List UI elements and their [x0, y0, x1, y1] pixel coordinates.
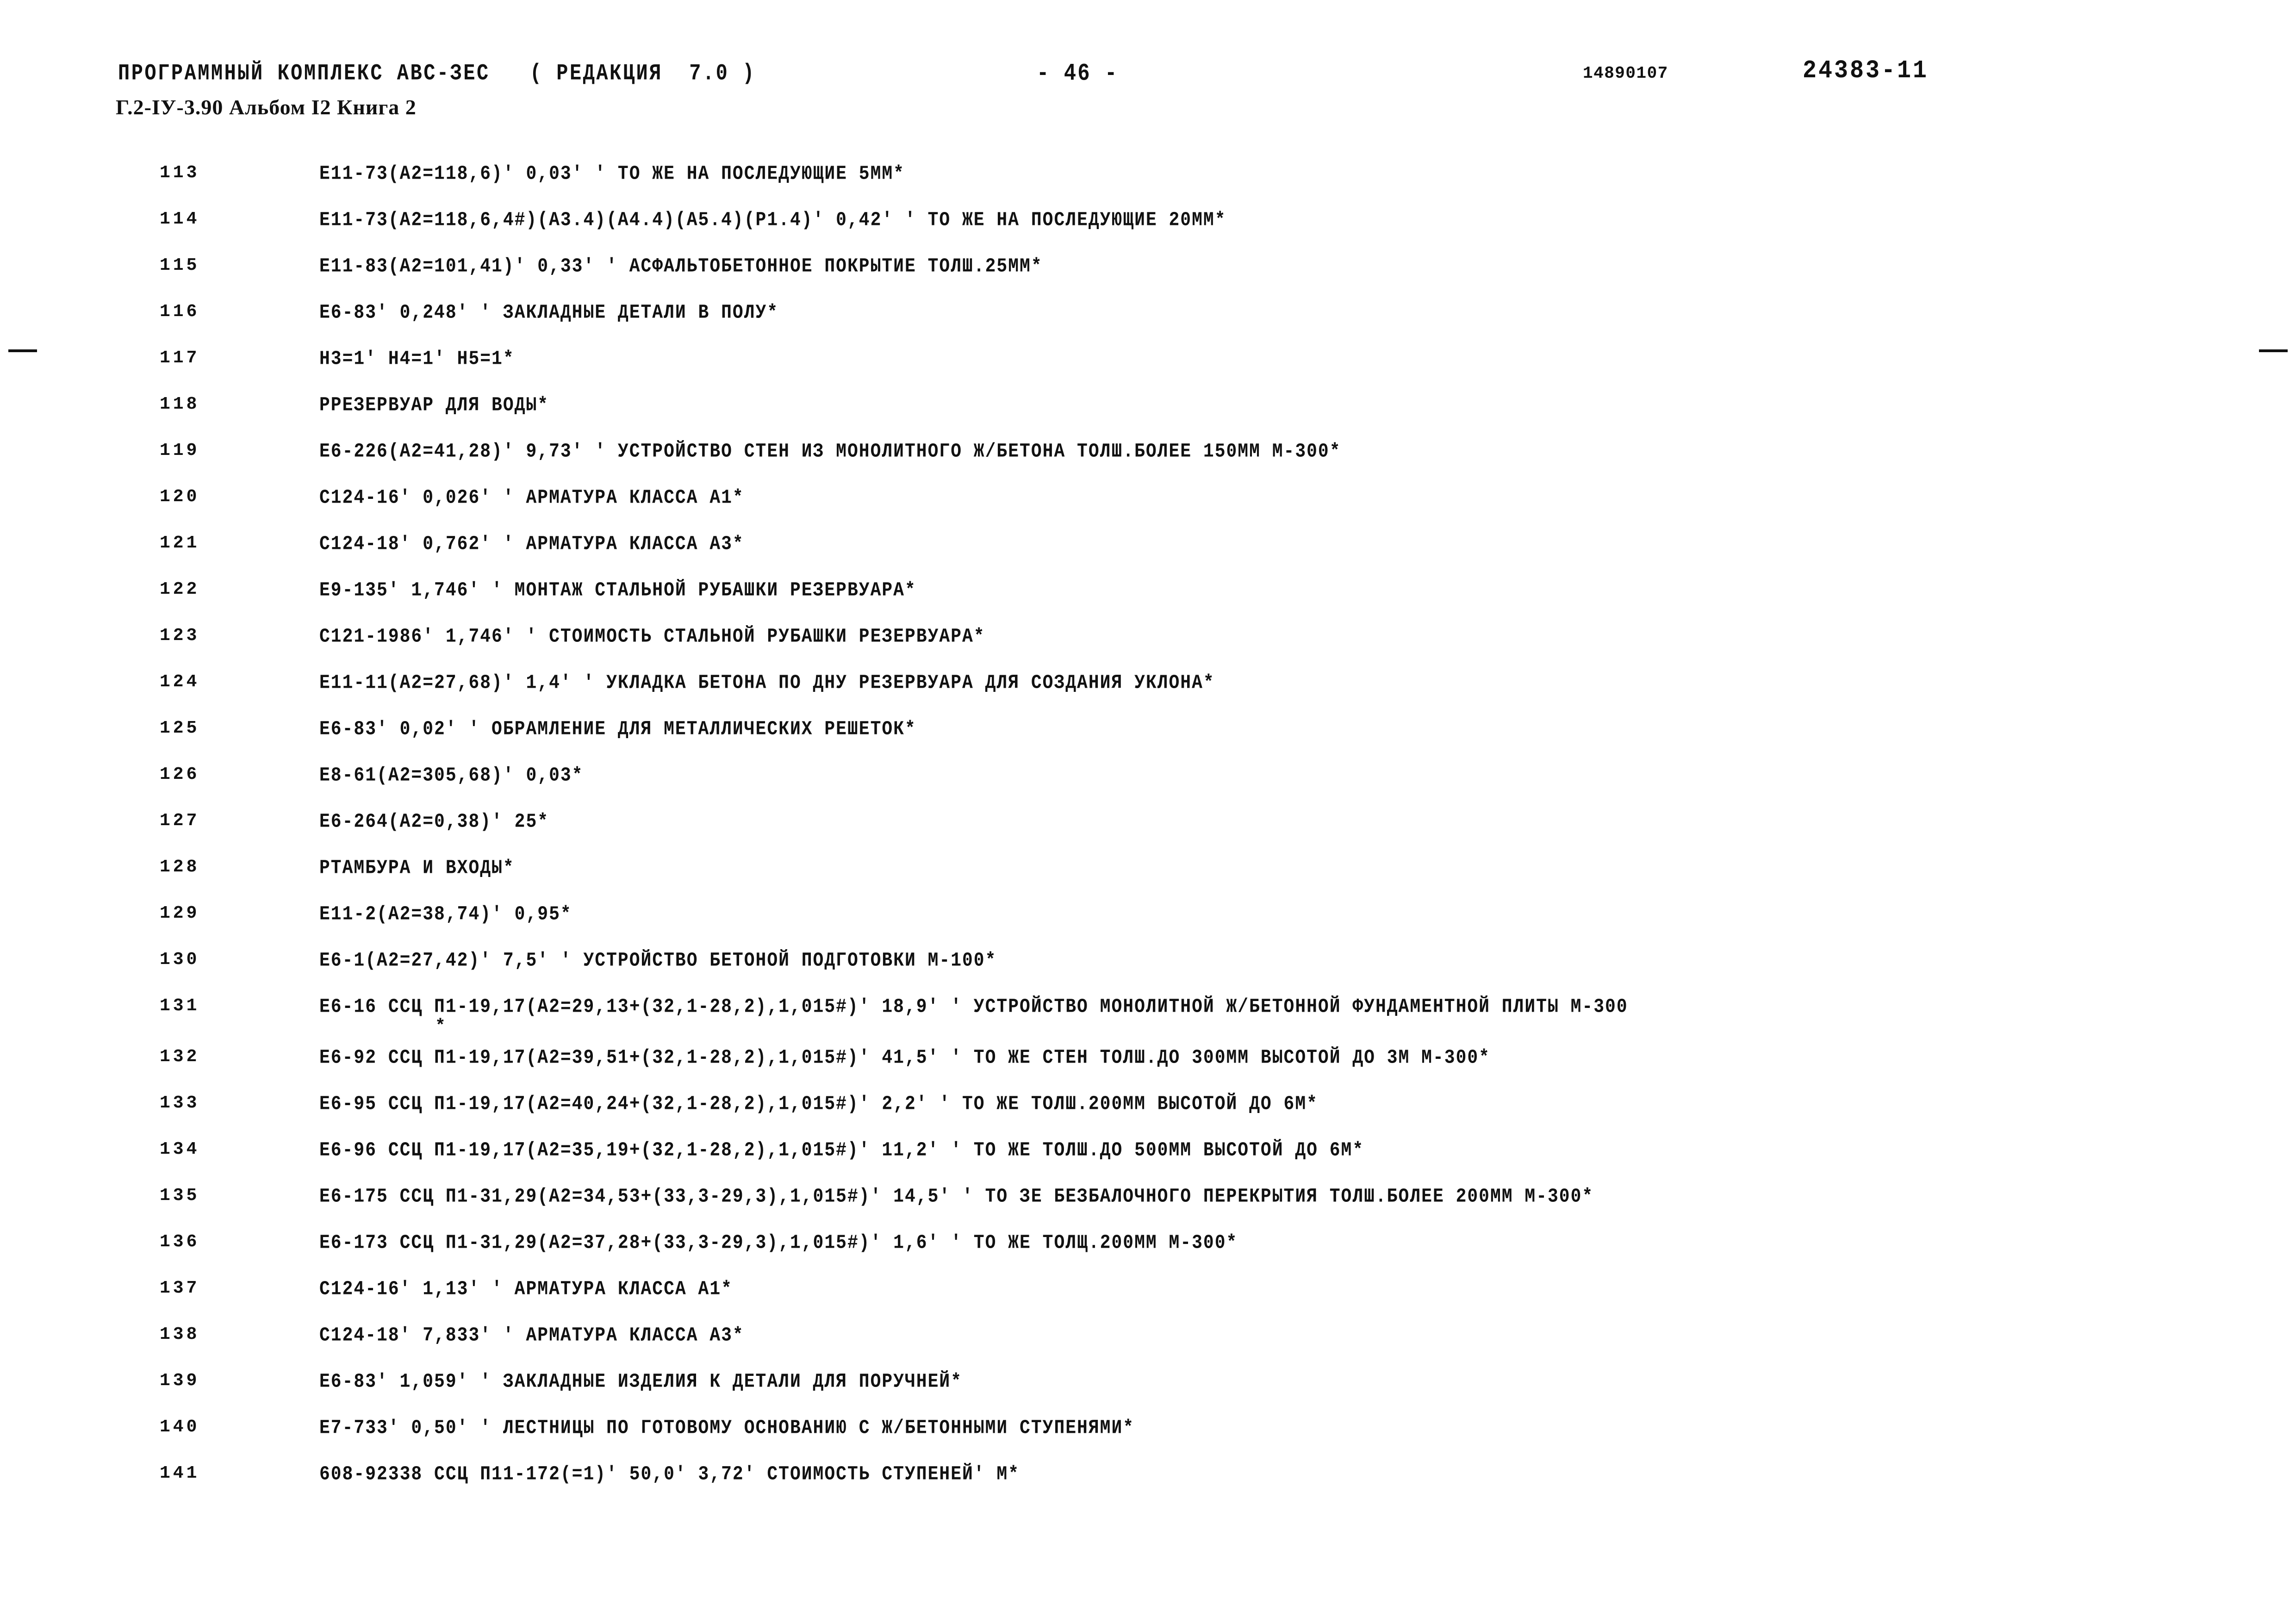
listing-row: 124 Е11-11(А2=27,68)' 1,4' ' УКЛАДКА БЕТО…: [0, 672, 2296, 718]
row-expression-text: Е6-1(А2=27,42)' 7,5' ' УСТРОЙСТВО БЕТОНО…: [319, 950, 997, 972]
listing-row: 127 Е6-264(А2=0,38)' 25*: [0, 811, 2296, 857]
listing-row: 140 Е7-733' 0,50' ' ЛЕСТНИЦЫ ПО ГОТОВОМУ …: [0, 1417, 2296, 1463]
row-line-number: 114: [160, 209, 200, 229]
row-expression-text: Е11-11(А2=27,68)' 1,4' ' УКЛАДКА БЕТОНА …: [319, 672, 1215, 695]
listing-row: 126 Е8-61(А2=305,68)' 0,03*: [0, 765, 2296, 811]
row-expression-text: С124-16' 1,13' ' АРМАТУРА КЛАССА А1*: [319, 1278, 733, 1301]
row-line-number: 117: [160, 348, 200, 368]
row-line-number: 136: [160, 1232, 200, 1252]
row-expression-text: С124-18' 0,762' ' АРМАТУРА КЛАССА А3*: [319, 533, 744, 556]
row-continuation-marker: *: [435, 1016, 446, 1036]
row-line-number: 129: [160, 903, 200, 923]
row-expression-text: Е11-73(А2=118,6)' 0,03' ' ТО ЖЕ НА ПОСЛЕ…: [319, 163, 905, 186]
row-line-number: 128: [160, 857, 200, 877]
row-line-number: 135: [160, 1186, 200, 1206]
listing-row: 130 Е6-1(А2=27,42)' 7,5' ' УСТРОЙСТВО БЕТ…: [0, 950, 2296, 996]
row-expression-text: Е6-96 ССЦ П1-19,17(А2=35,19+(32,1-28,2),…: [319, 1139, 1364, 1162]
listing-row: 138 С124-18' 7,833' ' АРМАТУРА КЛАССА А3*: [0, 1325, 2296, 1371]
listing-row: 120 С124-16' 0,026' ' АРМАТУРА КЛАССА А1*: [0, 487, 2296, 533]
row-line-number: 121: [160, 533, 200, 553]
listing-row: 133 Е6-95 ССЦ П1-19,17(А2=40,24+(32,1-28,…: [0, 1093, 2296, 1139]
document-code: 14890107: [1583, 64, 1668, 83]
row-expression-text: Е6-83' 0,248' ' ЗАКЛАДНЫЕ ДЕТАЛИ В ПОЛУ*: [319, 302, 779, 324]
row-line-number: 141: [160, 1463, 200, 1483]
row-expression-text: 608-92338 ССЦ П11-172(=1)' 50,0' 3,72' С…: [319, 1463, 1020, 1486]
listing-row: 141 608-92338 ССЦ П11-172(=1)' 50,0' 3,72…: [0, 1463, 2296, 1510]
listing-body: 113 Е11-73(А2=118,6)' 0,03' ' ТО ЖЕ НА ПО…: [0, 163, 2296, 1510]
listing-row: 121 С124-18' 0,762' ' АРМАТУРА КЛАССА А3*: [0, 533, 2296, 579]
row-expression-text: Е9-135' 1,746' ' МОНТАЖ СТАЛЬНОЙ РУБАШКИ…: [319, 579, 916, 602]
row-line-number: 127: [160, 811, 200, 831]
listing-row: 115 Е11-83(А2=101,41)' 0,33' ' АСФАЛЬТОБЕ…: [0, 255, 2296, 302]
row-line-number: 122: [160, 579, 200, 599]
row-expression-text: С121-1986' 1,746' ' СТОИМОСТЬ СТАЛЬНОЙ Р…: [319, 626, 985, 648]
listing-row: 136 Е6-173 ССЦ П1-31,29(А2=37,28+(33,3-29…: [0, 1232, 2296, 1278]
row-expression-text: Е6-226(А2=41,28)' 9,73' ' УСТРОЙСТВО СТЕ…: [319, 441, 1341, 463]
listing-row: 117 Н3=1' Н4=1' Н5=1*: [0, 348, 2296, 394]
listing-row: 135 Е6-175 ССЦ П1-31,29(А2=34,53+(33,3-29…: [0, 1186, 2296, 1232]
row-line-number: 130: [160, 950, 200, 970]
album-reference: Г.2-IУ-3.90 Альбом I2 Книга 2: [116, 95, 417, 119]
listing-row: 122 Е9-135' 1,746' ' МОНТАЖ СТАЛЬНОЙ РУБА…: [0, 579, 2296, 626]
listing-row: 139 Е6-83' 1,059' ' ЗАКЛАДНЫЕ ИЗДЕЛИЯ К Д…: [0, 1371, 2296, 1417]
listing-row: 129 Е11-2(А2=38,74)' 0,95*: [0, 903, 2296, 950]
listing-row: 116 Е6-83' 0,248' ' ЗАКЛАДНЫЕ ДЕТАЛИ В ПО…: [0, 302, 2296, 348]
row-line-number: 120: [160, 487, 200, 507]
row-expression-text: Е6-16 ССЦ П1-19,17(А2=29,13+(32,1-28,2),…: [319, 996, 1628, 1019]
listing-row: 131 Е6-16 ССЦ П1-19,17(А2=29,13+(32,1-28,…: [0, 996, 2296, 1047]
page-header: ПРОГРАММНЫЙ КОМПЛЕКС АВС-ЗЕС ( РЕДАКЦИЯ …: [0, 56, 2296, 125]
row-line-number: 125: [160, 718, 200, 738]
row-line-number: 133: [160, 1093, 200, 1113]
row-expression-text: Е7-733' 0,50' ' ЛЕСТНИЦЫ ПО ГОТОВОМУ ОСН…: [319, 1417, 1135, 1440]
row-expression-text: С124-16' 0,026' ' АРМАТУРА КЛАССА А1*: [319, 487, 744, 510]
row-line-number: 134: [160, 1139, 200, 1159]
row-expression-text: РРЕЗЕРВУАР ДЛЯ ВОДЫ*: [319, 394, 549, 417]
listing-row: 132 Е6-92 ССЦ П1-19,17(А2=39,51+(32,1-28,…: [0, 1047, 2296, 1093]
listing-row: 113 Е11-73(А2=118,6)' 0,03' ' ТО ЖЕ НА ПО…: [0, 163, 2296, 209]
row-expression-text: Е11-73(А2=118,6,4#)(А3.4)(А4.4)(А5.4)(Р1…: [319, 209, 1226, 232]
row-line-number: 138: [160, 1325, 200, 1344]
row-line-number: 132: [160, 1047, 200, 1067]
row-line-number: 140: [160, 1417, 200, 1437]
row-line-number: 116: [160, 302, 200, 322]
listing-row: 137 С124-16' 1,13' ' АРМАТУРА КЛАССА А1*: [0, 1278, 2296, 1325]
row-line-number: 139: [160, 1371, 200, 1391]
row-expression-text: Е6-92 ССЦ П1-19,17(А2=39,51+(32,1-28,2),…: [319, 1047, 1490, 1070]
row-expression-text: С124-18' 7,833' ' АРМАТУРА КЛАССА А3*: [319, 1325, 744, 1347]
program-title: ПРОГРАММНЫЙ КОМПЛЕКС АВС-ЗЕС ( РЕДАКЦИЯ …: [118, 60, 756, 87]
page-number: - 46 -: [1037, 60, 1119, 87]
listing-row: 123 С121-1986' 1,746' ' СТОИМОСТЬ СТАЛЬНО…: [0, 626, 2296, 672]
row-line-number: 123: [160, 626, 200, 646]
listing-row: 125 Е6-83' 0,02' ' ОБРАМЛЕНИЕ ДЛЯ МЕТАЛЛИ…: [0, 718, 2296, 765]
row-expression-text: Е6-83' 1,059' ' ЗАКЛАДНЫЕ ИЗДЕЛИЯ К ДЕТА…: [319, 1371, 963, 1393]
row-line-number: 118: [160, 394, 200, 414]
row-expression-text: РТАМБУРА И ВХОДЫ*: [319, 857, 515, 880]
listing-row: 119 Е6-226(А2=41,28)' 9,73' ' УСТРОЙСТВО …: [0, 441, 2296, 487]
row-line-number: 137: [160, 1278, 200, 1298]
row-line-number: 124: [160, 672, 200, 692]
document-page: ПРОГРАММНЫЙ КОМПЛЕКС АВС-ЗЕС ( РЕДАКЦИЯ …: [0, 0, 2296, 1623]
row-expression-text: Е6-95 ССЦ П1-19,17(А2=40,24+(32,1-28,2),…: [319, 1093, 1318, 1116]
row-line-number: 126: [160, 765, 200, 784]
row-expression-text: Е6-175 ССЦ П1-31,29(А2=34,53+(33,3-29,3)…: [319, 1186, 1594, 1208]
row-expression-text: Е11-2(А2=38,74)' 0,95*: [319, 903, 572, 926]
row-expression-text: Е11-83(А2=101,41)' 0,33' ' АСФАЛЬТОБЕТОН…: [319, 255, 1043, 278]
row-line-number: 119: [160, 441, 200, 460]
row-expression-text: Е6-83' 0,02' ' ОБРАМЛЕНИЕ ДЛЯ МЕТАЛЛИЧЕС…: [319, 718, 916, 741]
row-expression-text: Е6-264(А2=0,38)' 25*: [319, 811, 549, 833]
row-expression-text: Е6-173 ССЦ П1-31,29(А2=37,28+(33,3-29,3)…: [319, 1232, 1238, 1255]
document-number: 24383-11: [1803, 56, 1929, 86]
row-line-number: 131: [160, 996, 200, 1016]
row-line-number: 113: [160, 163, 200, 183]
listing-row: 118 РРЕЗЕРВУАР ДЛЯ ВОДЫ*: [0, 394, 2296, 441]
row-line-number: 115: [160, 255, 200, 275]
row-expression-text: Е8-61(А2=305,68)' 0,03*: [319, 765, 584, 787]
listing-row: 114 Е11-73(А2=118,6,4#)(А3.4)(А4.4)(А5.4)…: [0, 209, 2296, 255]
listing-row: 128 РТАМБУРА И ВХОДЫ*: [0, 857, 2296, 903]
listing-row: 134 Е6-96 ССЦ П1-19,17(А2=35,19+(32,1-28,…: [0, 1139, 2296, 1186]
row-expression-text: Н3=1' Н4=1' Н5=1*: [319, 348, 515, 371]
